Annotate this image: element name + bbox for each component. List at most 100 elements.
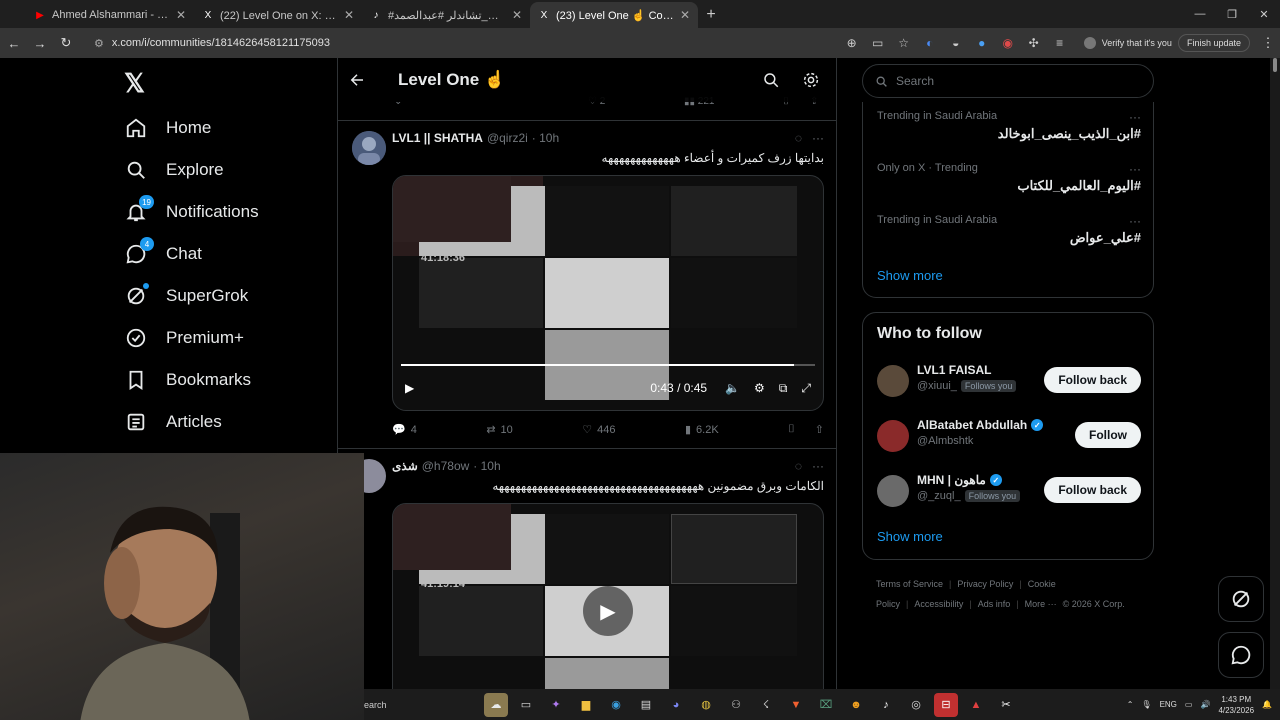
browser-menu-icon[interactable]: ⋮ [1256, 31, 1280, 55]
cast-icon[interactable]: ▭ [866, 31, 890, 55]
trend-item[interactable]: Trending in Saudi Arabia #ابن_الذيب_ينصى_… [877, 110, 1141, 142]
video-settings-icon[interactable]: ⚙ [754, 381, 765, 395]
grok-fab-button[interactable] [1218, 576, 1264, 622]
page-scrollbar[interactable] [1270, 58, 1280, 689]
avatar[interactable] [352, 131, 386, 165]
more-options-icon[interactable]: ··· [1129, 110, 1141, 124]
footer-link[interactable]: Accessibility [914, 599, 963, 609]
play-button-icon[interactable]: ▶ [583, 586, 633, 636]
edge-icon[interactable]: ◉ [604, 693, 628, 717]
back-icon[interactable]: ← [2, 31, 26, 55]
author-name[interactable]: LVL1 || SHATHA [392, 131, 483, 145]
clock[interactable]: 1:43 PM 4/23/2026 [1218, 694, 1254, 716]
search-input[interactable]: Search [862, 64, 1154, 98]
site-info-icon[interactable]: ⚙ [94, 37, 104, 50]
copilot-icon[interactable]: ✦ [544, 693, 568, 717]
show-more-trends-link[interactable]: Show more [877, 268, 943, 283]
trend-item[interactable]: Only on X · Trending #اليوم_العالمي_للكتا… [877, 162, 1141, 194]
reading-list-icon[interactable]: ≡ [1048, 31, 1072, 55]
minimize-icon[interactable]: — [1184, 0, 1216, 28]
task-view-icon[interactable]: ▭ [514, 693, 538, 717]
views-button[interactable]: ▮ 6.2K [685, 423, 719, 437]
mic-icon[interactable]: 🎙 [1141, 700, 1151, 709]
zoom-icon[interactable]: ⊕ [840, 31, 864, 55]
trend-item[interactable]: Trending in Saudi Arabia #علي_عواض ··· [877, 214, 1141, 246]
avatar[interactable] [877, 420, 909, 452]
capcut-icon[interactable]: ✂ [994, 693, 1018, 717]
nav-item-home[interactable]: Home [124, 108, 211, 148]
suggestion-name[interactable]: AlBatabet Abdullah [917, 418, 1027, 432]
follow-suggestion[interactable]: AlBatabet Abdullah ✓ @Almbshtk Follow [877, 416, 1141, 456]
verify-prompt[interactable]: Verify that it's you [1083, 37, 1172, 49]
extension-1-icon[interactable]: ◐ [918, 31, 942, 55]
messages-fab-button[interactable] [1218, 632, 1264, 678]
author-handle[interactable]: @h78ow [422, 459, 470, 473]
fullscreen-icon[interactable]: ⤢ [801, 381, 811, 396]
reply-button[interactable]: 💬 4 [392, 423, 417, 437]
taskbar-search[interactable]: earch [364, 689, 484, 720]
chrome-icon[interactable]: ◍ [694, 693, 718, 717]
star-icon[interactable]: ☆ [892, 31, 916, 55]
video-player[interactable]: 41:19:14 ▶ [392, 503, 824, 703]
tweet-time[interactable]: · 10h [473, 459, 500, 473]
footer-link[interactable]: Ads info [978, 599, 1011, 609]
app-icon[interactable]: ◎ [904, 693, 928, 717]
suggestion-name[interactable]: LVL1 FAISAL [917, 363, 991, 377]
extensions-puzzle-icon[interactable]: ✣ [1022, 31, 1046, 55]
close-window-icon[interactable]: ✕ [1248, 0, 1280, 28]
play-icon[interactable]: ▶ [405, 381, 414, 395]
nav-item-supergrok[interactable]: SuperGrok [124, 276, 248, 316]
tray-overflow-icon[interactable]: ⌃ [1127, 700, 1134, 709]
suggestion-name[interactable]: MHN | ماهون [917, 473, 986, 487]
follow-button[interactable]: Follow [1075, 422, 1141, 448]
footer-link[interactable]: More ··· [1025, 599, 1057, 609]
repost-button[interactable]: ⇄ 10 [486, 423, 512, 437]
more-options-icon[interactable]: ··· [812, 131, 824, 145]
notification-icon[interactable]: 🔔 [1262, 700, 1272, 709]
tweet[interactable]: شذى @h78ow · 10h ◌ ··· الكامات وبرق مضمو… [338, 448, 836, 720]
url-field[interactable]: ⚙ x.com/i/communities/181462645812117509… [94, 37, 840, 50]
reload-icon[interactable]: ↻ [54, 31, 78, 55]
pip-icon[interactable]: ⧉ [779, 381, 788, 396]
footer-link[interactable]: Privacy Policy [957, 579, 1013, 589]
forward-icon[interactable]: → [28, 31, 52, 55]
app-icon[interactable]: ⊟ [934, 692, 958, 717]
follow-button[interactable]: Follow back [1044, 367, 1141, 393]
show-more-follow-link[interactable]: Show more [877, 529, 943, 544]
search-icon[interactable] [762, 71, 780, 89]
close-tab-icon[interactable]: ✕ [680, 8, 690, 22]
nav-item-explore[interactable]: Explore [124, 150, 224, 190]
restore-icon[interactable]: ❐ [1216, 0, 1248, 28]
more-options-icon[interactable]: ··· [1129, 214, 1141, 228]
more-options-icon[interactable]: ··· [1129, 162, 1141, 176]
x-logo-icon[interactable]: 𝕏 [124, 68, 145, 99]
nav-item-notifications[interactable]: 19 Notifications [124, 192, 259, 232]
follow-suggestion[interactable]: MHN | ماهون ✓ @_zuql_ Follows you Follow bac… [877, 471, 1141, 511]
like-button[interactable]: ♡ 446 [582, 423, 615, 437]
author-handle[interactable]: @qirz2i [487, 131, 528, 145]
volume-icon[interactable]: 🔊 [1200, 700, 1210, 709]
nav-item-premium[interactable]: Premium+ [124, 318, 244, 358]
settings-gear-icon[interactable] [802, 71, 820, 89]
extension-3-icon[interactable]: ● [970, 31, 994, 55]
tweet[interactable]: LVL1 || SHATHA @qirz2i · 10h ◌ ··· بدايت… [338, 120, 836, 448]
extension-2-icon[interactable]: ◒ [944, 31, 968, 55]
browser-tab[interactable]: X (23) Level One ☝ Community / X ✕ [530, 2, 698, 28]
app-icon[interactable]: ☇ [754, 693, 778, 717]
close-tab-icon[interactable]: ✕ [512, 8, 522, 22]
share-icon[interactable]: ⇧ [815, 423, 824, 436]
app-icon[interactable]: ▲ [964, 693, 988, 717]
widgets-icon[interactable]: ☁ [484, 692, 508, 717]
close-tab-icon[interactable]: ✕ [344, 8, 354, 22]
tiktok-icon[interactable]: ♪ [874, 693, 898, 717]
app-icon[interactable]: ⌧ [814, 693, 838, 717]
close-tab-icon[interactable]: ✕ [176, 8, 186, 22]
follow-suggestion[interactable]: LVL1 FAISAL @xiuui_ Follows you Follow back [877, 361, 1141, 401]
author-name[interactable]: شذى [392, 459, 418, 473]
file-explorer-icon[interactable]: ▆ [574, 693, 598, 717]
back-arrow-icon[interactable] [348, 71, 388, 89]
brave-icon[interactable]: ▼ [784, 693, 808, 717]
grok-icon[interactable]: ◌ [795, 459, 802, 473]
follow-button[interactable]: Follow back [1044, 477, 1141, 503]
avatar[interactable] [877, 475, 909, 507]
